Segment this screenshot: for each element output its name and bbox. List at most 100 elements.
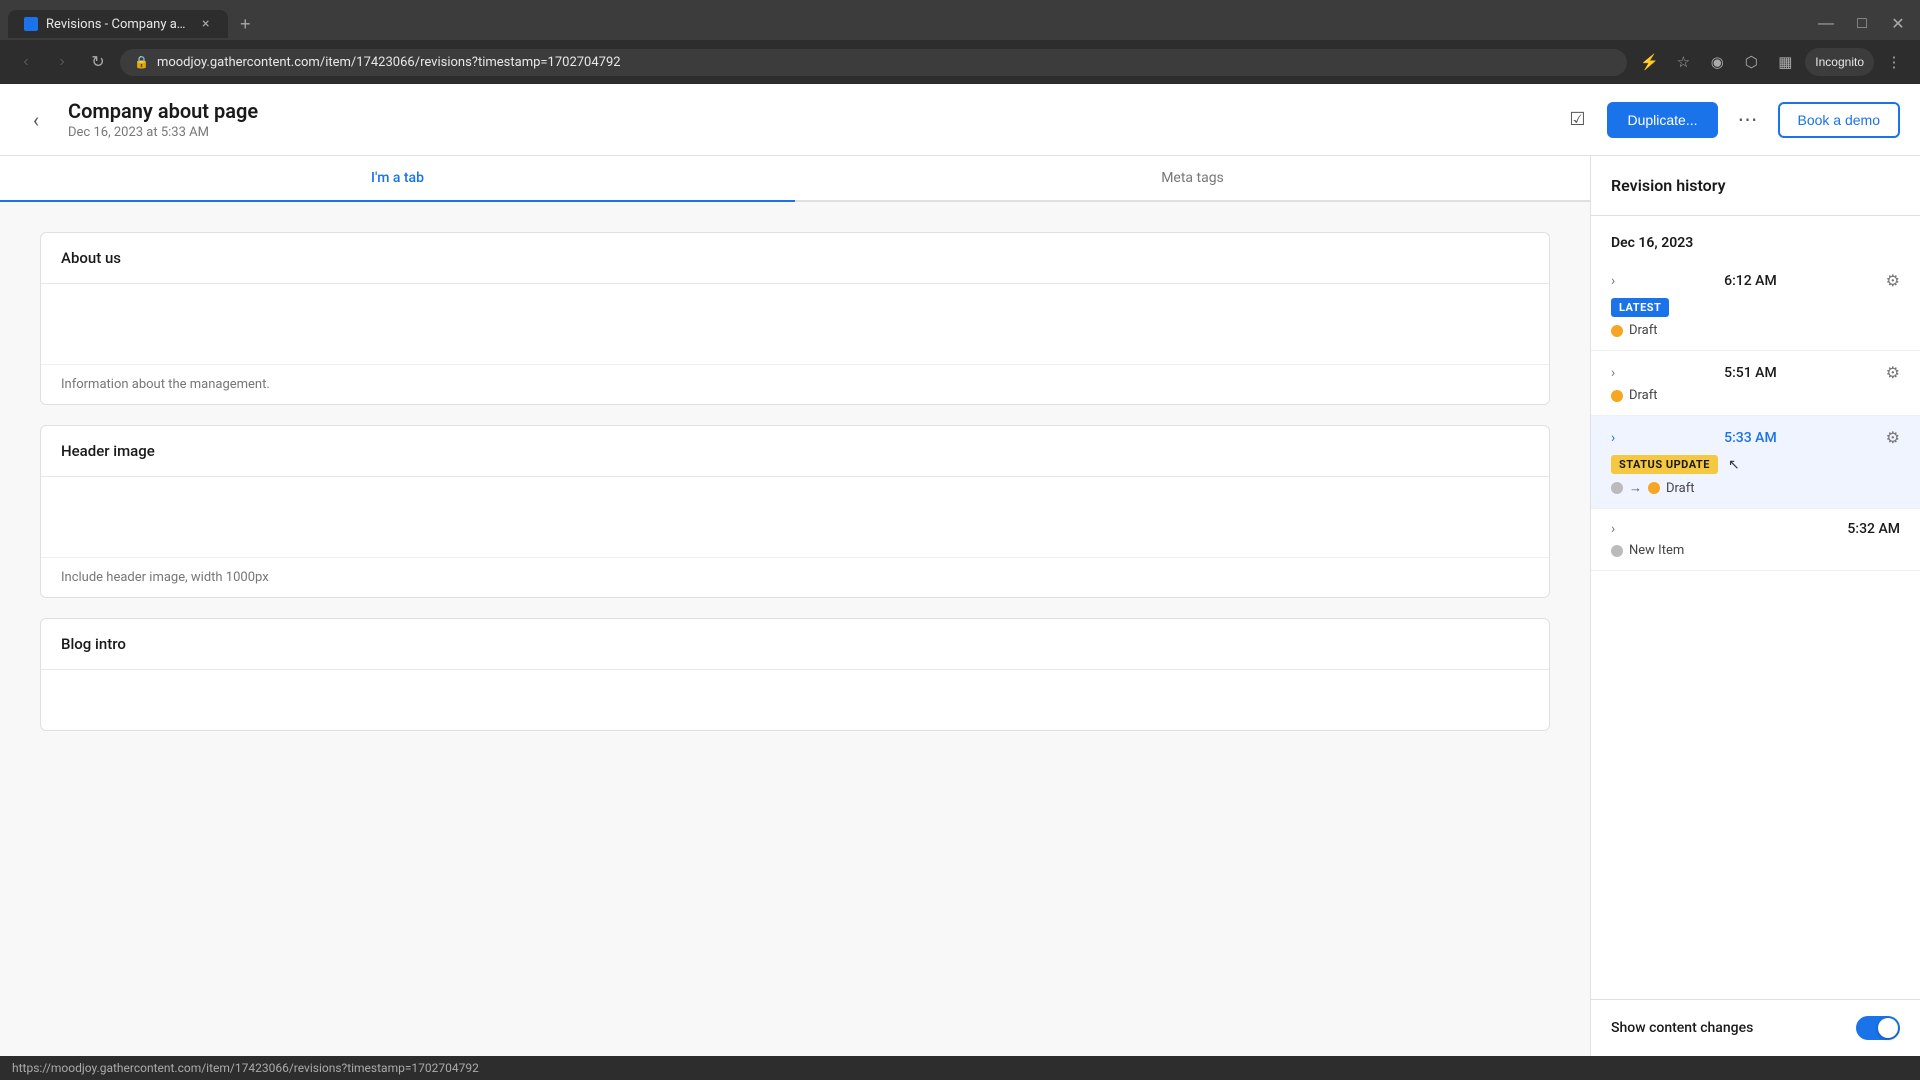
extensions-btn[interactable]: ⚡ (1635, 48, 1663, 76)
gear-icon-551[interactable]: ⚙ (1886, 363, 1900, 382)
address-bar-row: ‹ › ↻ 🔒 moodjoy.gathercontent.com/item/1… (0, 40, 1920, 84)
maximize-btn[interactable]: □ (1848, 10, 1876, 38)
revision-item-533[interactable]: › 5:33 AM ⚙ STATUS UPDATE ↖ → (1591, 416, 1920, 509)
status-label-533: Draft (1666, 481, 1695, 496)
chevron-icon-532[interactable]: › (1611, 521, 1615, 537)
revision-time-551: 5:51 AM (1724, 365, 1777, 381)
gear-icon-612[interactable]: ⚙ (1886, 271, 1900, 290)
new-tab-btn[interactable]: + (232, 10, 259, 39)
main-content: I'm a tab Meta tags About us Information… (0, 156, 1590, 1056)
more-options-btn[interactable]: ⋯ (1730, 102, 1766, 138)
browser-tab[interactable]: Revisions - Company about pa... × (8, 10, 228, 38)
block-title-about-us: About us (41, 233, 1549, 284)
page-date: Dec 16, 2023 at 5:33 AM (68, 125, 1543, 140)
close-win-btn[interactable]: ✕ (1884, 10, 1912, 38)
tab-meta-tags[interactable]: Meta tags (795, 156, 1590, 202)
block-title-header-image: Header image (41, 426, 1549, 477)
revision-item-532[interactable]: › 5:32 AM New Item (1591, 509, 1920, 571)
lock-icon: 🔒 (134, 55, 149, 69)
status-dot-orange-533 (1648, 482, 1660, 494)
tab-im-a-tab[interactable]: I'm a tab (0, 156, 795, 202)
status-dot-612 (1611, 325, 1623, 337)
url-text: moodjoy.gathercontent.com/item/17423066/… (157, 55, 1613, 70)
status-row-533: → Draft (1611, 480, 1900, 496)
menu-btn[interactable]: ⋮ (1880, 48, 1908, 76)
show-content-toggle[interactable] (1856, 1016, 1900, 1040)
block-body-header-image[interactable] (41, 477, 1549, 557)
block-footer-about-us: Information about the management. (41, 364, 1549, 404)
gear-icon-533[interactable]: ⚙ (1886, 428, 1900, 447)
header-info: Company about page Dec 16, 2023 at 5:33 … (68, 99, 1543, 140)
status-dot-gray-533 (1611, 482, 1623, 494)
status-label-532: New Item (1629, 543, 1684, 558)
revision-time-533: 5:33 AM (1724, 430, 1777, 446)
status-row-551: Draft (1611, 388, 1900, 403)
profile-btn[interactable]: ◉ (1703, 48, 1731, 76)
forward-btn[interactable]: › (48, 48, 76, 76)
revision-item-612[interactable]: › 6:12 AM ⚙ LATEST Draft (1591, 259, 1920, 351)
book-demo-btn[interactable]: Book a demo (1778, 102, 1901, 138)
status-url: https://moodjoy.gathercontent.com/item/1… (12, 1061, 479, 1075)
revision-badges-533: STATUS UPDATE ↖ (1611, 455, 1900, 474)
minimize-btn[interactable]: — (1812, 10, 1840, 38)
bookmark-btn[interactable]: ☆ (1669, 48, 1697, 76)
duplicate-btn[interactable]: Duplicate... (1607, 102, 1717, 138)
tab-favicon (24, 17, 38, 31)
revision-time-612: 6:12 AM (1724, 273, 1777, 289)
block-body-blog-intro[interactable] (41, 670, 1549, 730)
status-dot-532 (1611, 545, 1623, 557)
content-scroll[interactable]: About us Information about the managemen… (0, 202, 1590, 1056)
sidebar-btn[interactable]: ▦ (1771, 48, 1799, 76)
revision-time-row-612: › 6:12 AM ⚙ (1611, 271, 1900, 290)
content-block-header-image: Header image Include header image, width… (40, 425, 1550, 598)
checkbox-icon-btn[interactable]: ☑ (1559, 102, 1595, 138)
reload-btn[interactable]: ↻ (84, 48, 112, 76)
tabs-bar: I'm a tab Meta tags (0, 156, 1590, 202)
revision-footer: Show content changes (1591, 999, 1920, 1056)
tab-close-btn[interactable]: × (199, 16, 212, 32)
chevron-icon-612[interactable]: › (1611, 273, 1615, 289)
chevron-icon-533[interactable]: › (1611, 430, 1615, 446)
status-dot-551 (1611, 390, 1623, 402)
revision-time-row-532: › 5:32 AM (1611, 521, 1900, 537)
tab-bar: Revisions - Company about pa... × + — □ … (0, 0, 1920, 40)
toolbar-icons: ⚡ ☆ ◉ ⬡ ▦ Incognito ⋮ (1635, 48, 1908, 76)
revision-item-551[interactable]: › 5:51 AM ⚙ Draft (1591, 351, 1920, 416)
status-label-612: Draft (1629, 323, 1658, 338)
show-content-changes-label: Show content changes (1611, 1020, 1753, 1036)
revision-time-row-551: › 5:51 AM ⚙ (1611, 363, 1900, 382)
browser-window: Revisions - Company about pa... × + — □ … (0, 0, 1920, 1080)
content-area: I'm a tab Meta tags About us Information… (0, 156, 1920, 1056)
cursor-indicator: ↖ (1728, 457, 1740, 473)
address-bar[interactable]: 🔒 moodjoy.gathercontent.com/item/1742306… (120, 49, 1627, 76)
app-header: ‹ Company about page Dec 16, 2023 at 5:3… (0, 84, 1920, 156)
revision-time-row-533: › 5:33 AM ⚙ (1611, 428, 1900, 447)
status-row-612: Draft (1611, 323, 1900, 338)
extensions2-btn[interactable]: ⬡ (1737, 48, 1765, 76)
header-actions: ☑ Duplicate... ⋯ Book a demo (1559, 102, 1900, 138)
tab-title: Revisions - Company about pa... (46, 17, 191, 32)
badge-latest: LATEST (1611, 298, 1669, 317)
revision-sidebar: Revision history Dec 16, 2023 › 6:12 AM … (1590, 156, 1920, 1056)
content-block-blog-intro: Blog intro (40, 618, 1550, 731)
status-row-532: New Item (1611, 543, 1900, 558)
block-title-blog-intro: Blog intro (41, 619, 1549, 670)
revision-header: Revision history (1591, 156, 1920, 216)
arrow-icon-533: → (1629, 480, 1642, 496)
revision-time-532: 5:32 AM (1847, 521, 1900, 537)
block-body-about-us[interactable] (41, 284, 1549, 364)
revision-body[interactable]: Dec 16, 2023 › 6:12 AM ⚙ LATEST (1591, 216, 1920, 999)
revision-date-group: Dec 16, 2023 (1591, 216, 1920, 259)
revision-badges-612: LATEST (1611, 298, 1900, 317)
window-controls: — □ ✕ (1812, 10, 1912, 38)
back-to-list-btn[interactable]: ‹ (20, 104, 52, 136)
status-label-551: Draft (1629, 388, 1658, 403)
toggle-knob (1878, 1018, 1898, 1038)
content-block-about-us: About us Information about the managemen… (40, 232, 1550, 405)
page-title: Company about page (68, 99, 1543, 123)
back-btn[interactable]: ‹ (12, 48, 40, 76)
incognito-btn[interactable]: Incognito (1805, 48, 1874, 76)
app: ‹ Company about page Dec 16, 2023 at 5:3… (0, 84, 1920, 1056)
revision-title: Revision history (1611, 176, 1900, 195)
chevron-icon-551[interactable]: › (1611, 365, 1615, 381)
